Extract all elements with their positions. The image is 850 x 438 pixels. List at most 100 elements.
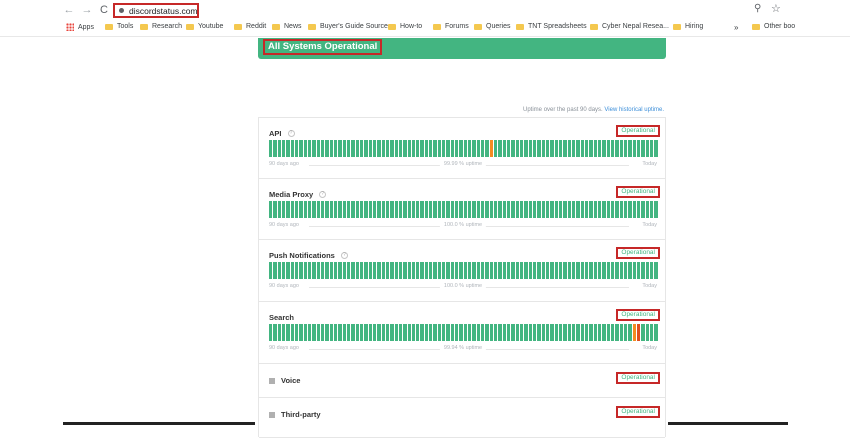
uptime-day-bar[interactable] <box>485 201 489 218</box>
uptime-day-bar[interactable] <box>312 140 316 157</box>
uptime-day-bar[interactable] <box>307 324 312 341</box>
uptime-day-bar[interactable] <box>273 201 277 218</box>
uptime-day-bar[interactable] <box>468 201 472 218</box>
uptime-day-bar[interactable] <box>623 201 628 218</box>
uptime-day-bar[interactable] <box>498 324 502 341</box>
uptime-day-bar[interactable] <box>571 262 576 279</box>
uptime-day-bar[interactable] <box>654 262 658 279</box>
uptime-day-bar[interactable] <box>597 201 602 218</box>
uptime-day-bar[interactable] <box>346 140 351 157</box>
uptime-day-bar[interactable] <box>359 201 364 218</box>
uptime-day-bar[interactable] <box>563 140 567 157</box>
uptime-day-bar[interactable] <box>580 324 584 341</box>
uptime-day-bar[interactable] <box>641 201 645 218</box>
uptime-day-bar[interactable] <box>320 324 325 341</box>
search-icon[interactable]: ⚲ <box>754 3 761 14</box>
uptime-day-bar[interactable] <box>528 324 533 341</box>
uptime-day-bar[interactable] <box>307 140 312 157</box>
uptime-day-bar[interactable] <box>403 140 407 157</box>
uptime-day-bar[interactable] <box>303 324 307 341</box>
uptime-day-bar[interactable] <box>338 262 342 279</box>
uptime-day-bar[interactable] <box>567 262 571 279</box>
uptime-day-bar[interactable] <box>628 140 632 157</box>
uptime-day-bar[interactable] <box>312 201 316 218</box>
uptime-day-bar[interactable] <box>442 201 446 218</box>
uptime-day-bar[interactable] <box>649 262 654 279</box>
uptime-day-bar[interactable] <box>589 201 593 218</box>
uptime-day-bar[interactable] <box>468 324 472 341</box>
uptime-day-bar[interactable] <box>615 324 619 341</box>
uptime-day-bar[interactable] <box>623 140 628 157</box>
uptime-day-bar[interactable] <box>381 140 385 157</box>
uptime-day-bar[interactable] <box>420 140 424 157</box>
uptime-day-bar[interactable] <box>329 140 333 157</box>
uptime-day-bar[interactable] <box>541 201 545 218</box>
uptime-day-bar[interactable] <box>320 201 325 218</box>
help-icon[interactable]: ? <box>319 191 327 198</box>
uptime-day-bar[interactable] <box>281 140 286 157</box>
uptime-day-bar[interactable] <box>377 262 381 279</box>
uptime-day-bar[interactable] <box>277 140 281 157</box>
uptime-day-bar[interactable] <box>463 140 468 157</box>
bookmark-apps[interactable]: Apps <box>66 23 94 31</box>
uptime-day-bar[interactable] <box>537 140 541 157</box>
uptime-day-bar[interactable] <box>632 262 636 279</box>
uptime-day-bar[interactable] <box>472 262 476 279</box>
uptime-day-bar[interactable] <box>485 140 489 157</box>
uptime-day-bar[interactable] <box>472 140 476 157</box>
uptime-day-bar[interactable] <box>589 140 593 157</box>
uptime-day-bar[interactable] <box>351 324 355 341</box>
uptime-day-bar[interactable] <box>619 262 623 279</box>
uptime-day-bar[interactable] <box>610 140 615 157</box>
uptime-day-bar[interactable] <box>429 262 433 279</box>
uptime-day-bar[interactable] <box>580 262 584 279</box>
uptime-day-bar[interactable] <box>416 201 420 218</box>
uptime-day-bar[interactable] <box>290 324 294 341</box>
uptime-day-bar[interactable] <box>407 201 411 218</box>
uptime-day-bar[interactable] <box>329 262 333 279</box>
uptime-day-bar[interactable] <box>606 324 610 341</box>
uptime-day-bar[interactable] <box>450 262 455 279</box>
uptime-day-bar[interactable] <box>632 201 636 218</box>
uptime-day-bar[interactable] <box>455 324 459 341</box>
uptime-day-bar[interactable] <box>485 262 489 279</box>
uptime-day-bar[interactable] <box>390 262 394 279</box>
uptime-day-bar[interactable] <box>442 262 446 279</box>
uptime-day-bar[interactable] <box>524 324 528 341</box>
uptime-day-bar[interactable] <box>468 262 472 279</box>
uptime-day-bar[interactable] <box>424 140 429 157</box>
uptime-day-bar[interactable] <box>424 262 429 279</box>
uptime-day-bar[interactable] <box>450 140 455 157</box>
uptime-day-bar[interactable] <box>364 324 368 341</box>
uptime-day-bar[interactable] <box>273 324 277 341</box>
uptime-day-bar[interactable] <box>520 262 524 279</box>
uptime-day-bar[interactable] <box>372 140 377 157</box>
uptime-day-bar[interactable] <box>355 262 359 279</box>
uptime-day-bar[interactable] <box>649 140 654 157</box>
component-row-voice[interactable]: Voice Operational <box>259 364 665 398</box>
uptime-day-bar[interactable] <box>628 324 632 341</box>
uptime-day-bar[interactable] <box>359 324 364 341</box>
uptime-day-bar[interactable] <box>437 201 442 218</box>
uptime-day-bar[interactable] <box>649 324 654 341</box>
uptime-day-bar[interactable] <box>563 201 567 218</box>
uptime-day-bar[interactable] <box>368 324 372 341</box>
uptime-day-bar[interactable] <box>424 324 429 341</box>
bookmark-folder[interactable]: Buyer's Guide Source <box>308 23 388 30</box>
uptime-day-bar[interactable] <box>502 324 507 341</box>
uptime-day-bar[interactable] <box>641 140 645 157</box>
uptime-day-bar[interactable] <box>420 324 424 341</box>
uptime-day-bar[interactable] <box>623 324 628 341</box>
bookmark-folder[interactable]: News <box>272 23 302 30</box>
uptime-day-bar[interactable] <box>394 201 398 218</box>
uptime-day-bar[interactable] <box>372 262 377 279</box>
uptime-day-bar[interactable] <box>654 201 658 218</box>
uptime-day-bar[interactable] <box>619 324 623 341</box>
uptime-day-bar[interactable] <box>333 140 338 157</box>
uptime-day-bar[interactable] <box>294 201 299 218</box>
uptime-day-bar[interactable] <box>459 201 463 218</box>
uptime-day-bar[interactable] <box>320 140 325 157</box>
uptime-day-bar[interactable] <box>632 140 636 157</box>
uptime-day-bar[interactable] <box>558 262 563 279</box>
uptime-day-bar[interactable] <box>494 262 498 279</box>
